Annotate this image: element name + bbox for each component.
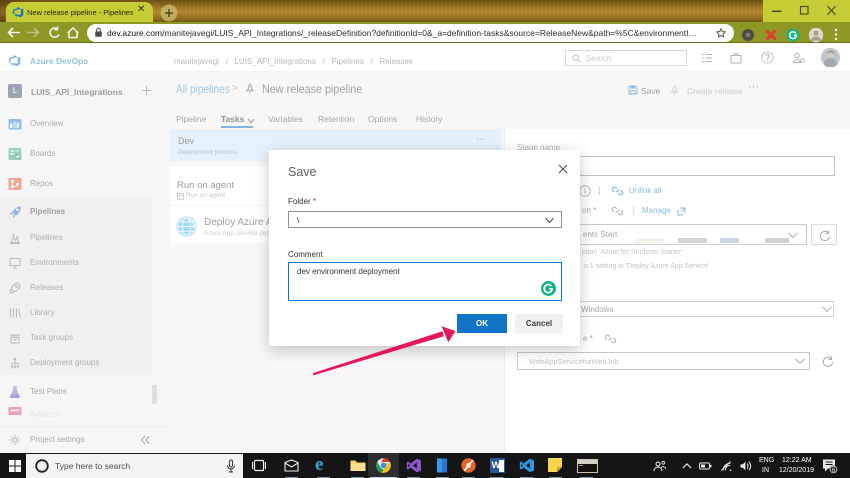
svg-text:6: 6 xyxy=(832,467,836,474)
